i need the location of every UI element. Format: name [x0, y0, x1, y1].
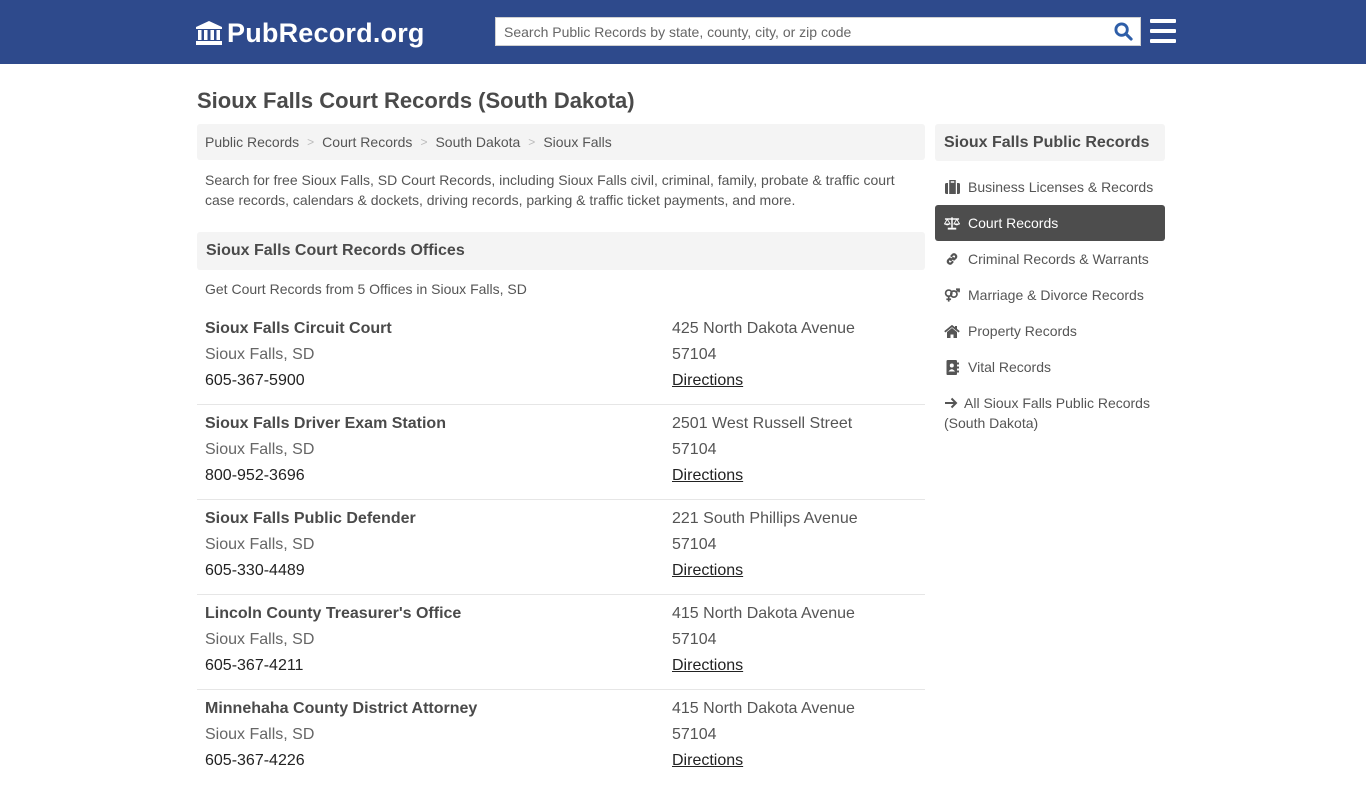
bank-building-icon — [196, 21, 222, 45]
office-zip: 57104 — [672, 346, 717, 363]
sidebar-item-label: Court Records — [968, 215, 1059, 231]
breadcrumb-separator: > — [307, 135, 315, 149]
address-book-icon — [944, 359, 960, 375]
offices-section-title: Sioux Falls Court Records Offices — [197, 232, 925, 270]
office-address: 415 North Dakota Avenue — [672, 700, 855, 717]
office-zip: 57104 — [672, 441, 717, 458]
office-city: Sioux Falls, SD — [205, 536, 315, 553]
office-name: Sioux Falls Public Defender — [205, 510, 416, 527]
directions-link[interactable]: Directions — [672, 752, 743, 769]
office-address: 221 South Phillips Avenue — [672, 510, 858, 527]
menu-bar-line — [1150, 19, 1176, 23]
breadcrumb-separator: > — [420, 135, 428, 149]
office-item: Minnehaha County District Attorney Sioux… — [197, 690, 925, 785]
venus-mars-icon — [944, 287, 960, 303]
all-public-records-label: All Sioux Falls Public Records (South Da… — [944, 395, 1150, 431]
sidebar-nav: Business Licenses & Records Court Record… — [935, 169, 1165, 441]
office-address: 425 North Dakota Avenue — [672, 320, 855, 337]
sidebar-item-label: Business Licenses & Records — [968, 179, 1154, 195]
office-item: Sioux Falls Driver Exam Station Sioux Fa… — [197, 405, 925, 500]
office-phone[interactable]: 605-367-4226 — [205, 751, 477, 777]
office-zip: 57104 — [672, 631, 717, 648]
directions-link[interactable]: Directions — [672, 372, 743, 389]
breadcrumb-court-records[interactable]: Court Records — [322, 134, 412, 150]
office-zip: 57104 — [672, 536, 717, 553]
office-city: Sioux Falls, SD — [205, 346, 315, 363]
office-item: Lincoln County Treasurer's Office Sioux … — [197, 595, 925, 690]
sidebar-item-label: Criminal Records & Warrants — [968, 251, 1149, 267]
briefcase-icon — [944, 179, 960, 195]
sidebar-item-business-licenses[interactable]: Business Licenses & Records — [935, 169, 1165, 205]
office-item: Sioux Falls Public Defender Sioux Falls,… — [197, 500, 925, 595]
office-name: Sioux Falls Driver Exam Station — [205, 415, 446, 432]
breadcrumb-public-records[interactable]: Public Records — [205, 134, 299, 150]
sidebar-item-criminal-records[interactable]: Criminal Records & Warrants — [935, 241, 1165, 277]
site-logo-link[interactable]: PubRecord.org — [195, 17, 425, 49]
menu-bar-line — [1150, 39, 1176, 43]
office-name: Sioux Falls Circuit Court — [205, 320, 392, 337]
top-nav-bar: PubRecord.org — [0, 0, 1366, 64]
office-city: Sioux Falls, SD — [205, 631, 315, 648]
hamburger-menu-button[interactable] — [1150, 19, 1176, 43]
link-icon — [944, 251, 960, 267]
directions-link[interactable]: Directions — [672, 562, 743, 579]
office-phone[interactable]: 800-952-3696 — [205, 466, 446, 492]
directions-link[interactable]: Directions — [672, 657, 743, 674]
sidebar-item-property-records[interactable]: Property Records — [935, 313, 1165, 349]
breadcrumb-south-dakota[interactable]: South Dakota — [435, 134, 520, 150]
office-name: Lincoln County Treasurer's Office — [205, 605, 462, 622]
office-city: Sioux Falls, SD — [205, 726, 315, 743]
search-bar — [495, 17, 1141, 46]
office-city: Sioux Falls, SD — [205, 441, 315, 458]
office-zip: 57104 — [672, 726, 717, 743]
home-icon — [944, 323, 960, 339]
sidebar-item-court-records[interactable]: Court Records — [935, 205, 1165, 241]
breadcrumb-sioux-falls[interactable]: Sioux Falls — [543, 134, 611, 150]
office-list: Sioux Falls Circuit Court Sioux Falls, S… — [197, 310, 925, 785]
all-public-records-link[interactable]: All Sioux Falls Public Records (South Da… — [935, 385, 1165, 441]
office-item: Sioux Falls Circuit Court Sioux Falls, S… — [197, 310, 925, 405]
office-address: 2501 West Russell Street — [672, 415, 853, 432]
sidebar-item-label: Vital Records — [968, 359, 1052, 375]
directions-link[interactable]: Directions — [672, 467, 743, 484]
search-button[interactable] — [1106, 18, 1140, 45]
sidebar-item-marriage-divorce[interactable]: Marriage & Divorce Records — [935, 277, 1165, 313]
site-logo-text: PubRecord.org — [227, 17, 425, 48]
search-input[interactable] — [496, 18, 1106, 45]
office-address: 415 North Dakota Avenue — [672, 605, 855, 622]
balance-scale-icon — [944, 215, 960, 231]
sidebar-item-label: Marriage & Divorce Records — [968, 287, 1144, 303]
office-phone[interactable]: 605-367-4211 — [205, 656, 461, 682]
search-icon — [1113, 22, 1133, 41]
sidebar-title: Sioux Falls Public Records — [935, 124, 1165, 161]
arrow-right-icon — [944, 395, 958, 409]
sidebar-item-vital-records[interactable]: Vital Records — [935, 349, 1165, 385]
offices-section-subtitle: Get Court Records from 5 Offices in Siou… — [205, 281, 527, 297]
intro-text: Search for free Sioux Falls, SD Court Re… — [205, 172, 895, 208]
menu-bar-line — [1150, 29, 1176, 33]
office-name: Minnehaha County District Attorney — [205, 700, 478, 717]
office-phone[interactable]: 605-367-5900 — [205, 371, 392, 397]
sidebar-item-label: Property Records — [968, 323, 1077, 339]
breadcrumb: Public Records > Court Records > South D… — [197, 124, 925, 160]
page-title: Sioux Falls Court Records (South Dakota) — [197, 88, 635, 113]
office-phone[interactable]: 605-330-4489 — [205, 561, 416, 587]
breadcrumb-separator: > — [528, 135, 536, 149]
